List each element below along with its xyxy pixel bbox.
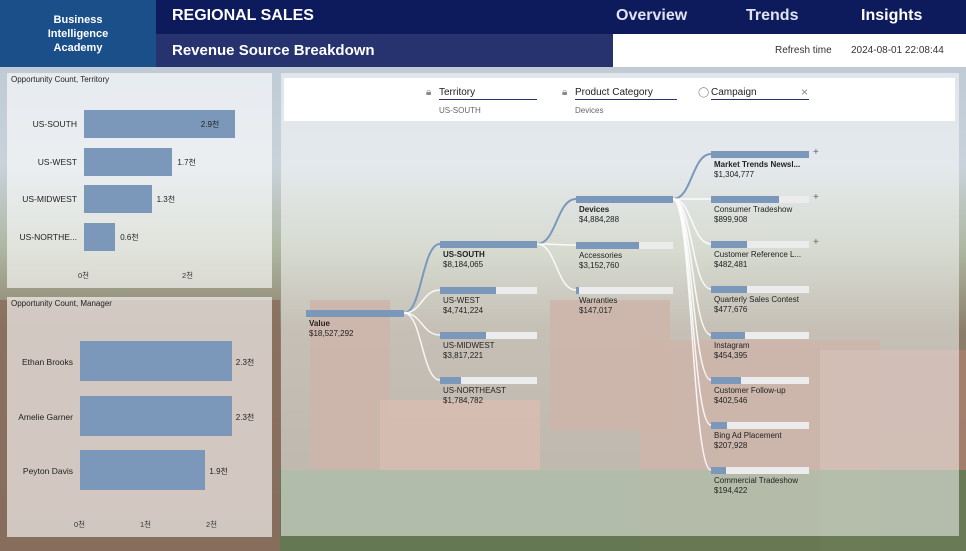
node-track — [711, 467, 809, 474]
tree-link — [536, 243, 577, 291]
node-label: US-MIDWEST — [443, 341, 495, 350]
node-value: $477,676 — [714, 305, 748, 314]
node-bar — [440, 241, 537, 248]
node-value: $402,546 — [714, 396, 748, 405]
node-bar — [576, 242, 640, 249]
tree-link — [672, 198, 712, 290]
node-label: Market Trends Newsl... — [714, 160, 801, 169]
node-label: US-WEST — [443, 296, 480, 305]
expand-plus-icon[interactable]: + — [813, 237, 819, 248]
tree-link — [536, 198, 577, 245]
node-bar — [711, 286, 748, 293]
node-value: $4,741,224 — [443, 306, 484, 315]
node-label: Customer Reference L... — [714, 250, 802, 259]
tree-link — [672, 198, 712, 426]
node-label: Quarterly Sales Contest — [714, 295, 799, 304]
node-label: Instagram — [714, 341, 750, 350]
node-value: $147,017 — [579, 306, 613, 315]
node-value: $194,422 — [714, 486, 748, 495]
node-bar — [576, 287, 579, 294]
tree-link — [672, 198, 712, 381]
node-bar — [711, 332, 746, 339]
tree-link — [672, 153, 712, 200]
node-label: US-SOUTH — [443, 250, 485, 259]
expand-plus-icon[interactable]: + — [813, 192, 819, 203]
node-track — [576, 287, 673, 294]
node-bar — [440, 287, 497, 294]
node-value: $4,884,288 — [579, 215, 620, 224]
node-value: $207,928 — [714, 441, 748, 450]
node-label: Value — [309, 319, 330, 328]
node-label: Accessories — [579, 251, 623, 260]
expand-plus-icon[interactable]: + — [813, 147, 819, 158]
node-label: Commercial Tradeshow — [714, 476, 799, 485]
node-bar — [711, 241, 748, 248]
node-label: Warranties — [579, 296, 618, 305]
node-value: $3,817,221 — [443, 351, 484, 360]
node-value: $482,481 — [714, 260, 748, 269]
node-bar — [711, 467, 726, 474]
node-value: $3,152,760 — [579, 261, 620, 270]
node-label: Customer Follow-up — [714, 386, 786, 395]
node-label: US-NORTHEAST — [443, 386, 506, 395]
tree-link — [672, 198, 712, 471]
node-value: $1,784,782 — [443, 396, 484, 405]
node-bar — [711, 377, 742, 384]
node-value: $1,304,777 — [714, 170, 755, 179]
node-value: $18,527,292 — [309, 329, 354, 338]
node-value: $899,908 — [714, 215, 748, 224]
node-bar — [306, 310, 404, 317]
node-value: $8,184,065 — [443, 260, 484, 269]
node-value: $454,395 — [714, 351, 748, 360]
node-bar — [711, 422, 727, 429]
node-bar — [711, 151, 809, 158]
node-label: Bing Ad Placement — [714, 431, 782, 440]
node-bar — [711, 196, 779, 203]
node-bar — [440, 377, 462, 384]
node-label: Consumer Tradeshow — [714, 205, 793, 214]
tree-connectors — [403, 153, 712, 471]
node-bar — [576, 196, 673, 203]
node-label: Devices — [579, 205, 610, 214]
node-bar — [440, 332, 486, 339]
